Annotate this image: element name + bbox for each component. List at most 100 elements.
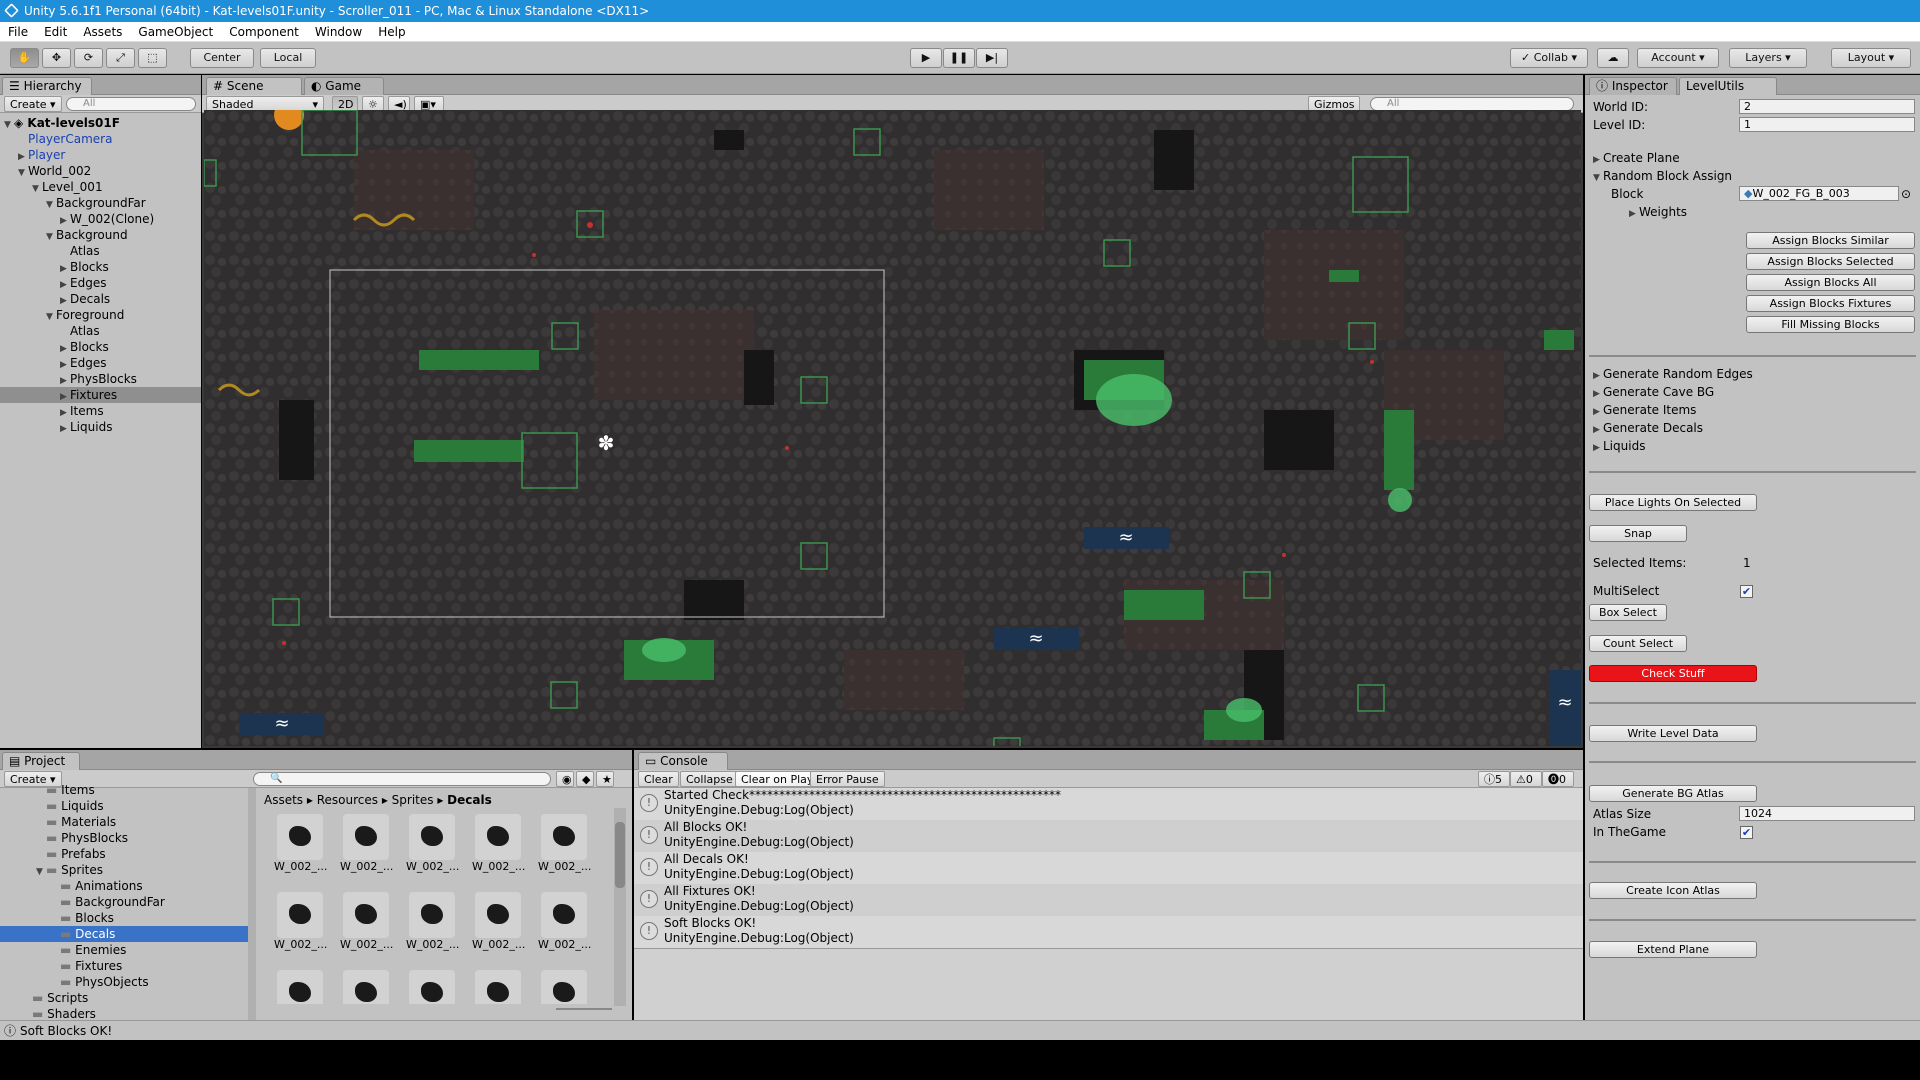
asset-thumbnail[interactable]: W_002_...: [406, 970, 458, 1004]
asset-thumbnail[interactable]: W_002_...: [472, 892, 525, 964]
hierarchy-search-input[interactable]: All: [66, 97, 196, 111]
foldout-weights[interactable]: ▶ Weights: [1593, 204, 1914, 220]
hierarchy-item[interactable]: ▶ Edges: [0, 275, 201, 291]
project-search-input[interactable]: 🔍: [253, 772, 551, 786]
multiselect-checkbox[interactable]: ✔: [1740, 585, 1753, 598]
assign-block-button[interactable]: Fill Missing Blocks: [1746, 316, 1915, 333]
asset-thumbnail[interactable]: W_002_...: [406, 814, 459, 886]
assign-block-button[interactable]: Assign Blocks Fixtures: [1746, 295, 1915, 312]
asset-thumbnail[interactable]: W_002_...: [340, 814, 393, 886]
asset-thumbnail[interactable]: W_002_...: [274, 892, 327, 964]
hierarchy-item[interactable]: ▶ Player: [0, 147, 201, 163]
hierarchy-item[interactable]: ▶ PhysBlocks: [0, 371, 201, 387]
move-tool-icon[interactable]: ✥: [42, 48, 71, 68]
world-id-field[interactable]: 2: [1739, 99, 1915, 114]
menu-edit[interactable]: Edit: [36, 22, 75, 42]
console-entry[interactable]: ! All Fixtures OK! UnityEngine.Debug:Log(O…: [634, 884, 1583, 916]
pause-icon[interactable]: ❚❚: [943, 48, 975, 68]
scale-tool-icon[interactable]: ⤢: [106, 48, 135, 68]
extend-plane-button[interactable]: Extend Plane: [1589, 941, 1757, 958]
clear-on-play-toggle[interactable]: Clear on Play: [735, 771, 820, 787]
scene-viewport[interactable]: ≈ ≈ ≈ ≈ ✽: [204, 110, 1581, 746]
asset-thumbnail[interactable]: W_002_...: [472, 970, 524, 1004]
asset-thumbnail[interactable]: W_002_...: [274, 970, 326, 1004]
asset-thumbnail[interactable]: W_002_...: [274, 814, 327, 886]
play-icon[interactable]: ▶: [910, 48, 942, 68]
tab-inspector[interactable]: ⓘ Inspector: [1589, 77, 1677, 95]
hierarchy-item[interactable]: ▶ Blocks: [0, 259, 201, 275]
project-folder[interactable]: ▬ Blocks: [0, 910, 248, 926]
hierarchy-item[interactable]: ▼ Background: [0, 227, 201, 243]
error-count-toggle[interactable]: ⓿0: [1542, 771, 1574, 787]
rect-tool-icon[interactable]: ⬚: [138, 48, 167, 68]
filter-type-icon[interactable]: ◉: [556, 771, 574, 787]
expand-arrow-icon[interactable]: ▶: [1593, 440, 1603, 456]
asset-thumbnail[interactable]: W_002_...: [538, 892, 591, 964]
project-folder[interactable]: ▬ Shaders: [0, 1006, 248, 1020]
breadcrumb-decals[interactable]: Decals: [447, 793, 492, 807]
project-folder[interactable]: ▬ Items: [0, 782, 248, 798]
tab-project[interactable]: ▤ Project: [2, 752, 80, 770]
hierarchy-item[interactable]: ▶ Liquids: [0, 419, 201, 435]
box-select-button[interactable]: Box Select: [1589, 604, 1667, 621]
asset-grid-scrollbar[interactable]: [614, 808, 626, 1006]
warning-count-toggle[interactable]: ⚠0: [1510, 771, 1542, 787]
level-map[interactable]: ≈ ≈ ≈ ≈ ✽: [204, 110, 1581, 746]
project-folder[interactable]: ▬ Animations: [0, 878, 248, 894]
hierarchy-item[interactable]: ▶ Edges: [0, 355, 201, 371]
expand-arrow-icon[interactable]: ▶: [1593, 422, 1603, 438]
breadcrumb-assets[interactable]: Assets: [264, 793, 303, 807]
console-clear-button[interactable]: Clear: [638, 771, 679, 787]
place-lights-button[interactable]: Place Lights On Selected: [1589, 494, 1757, 511]
menu-gameobject[interactable]: GameObject: [130, 22, 221, 42]
generate-bg-atlas-button[interactable]: Generate BG Atlas: [1589, 785, 1757, 802]
collab-dropdown[interactable]: ✓ Collab ▾: [1510, 48, 1588, 68]
console-entry[interactable]: ! Started Check**************************…: [634, 788, 1583, 820]
hierarchy-create-button[interactable]: Create ▾: [4, 96, 62, 112]
foldout-generator[interactable]: ▶ Liquids: [1593, 438, 1914, 454]
hierarchy-item[interactable]: ▼ BackgroundFar: [0, 195, 201, 211]
project-folder[interactable]: ▬ Prefabs: [0, 846, 248, 862]
expand-arrow-icon[interactable]: ▶: [1593, 386, 1603, 402]
layout-dropdown[interactable]: Layout ▾: [1831, 48, 1911, 68]
asset-thumbnail[interactable]: W_002_...: [340, 970, 392, 1004]
layers-dropdown[interactable]: Layers ▾: [1729, 48, 1807, 68]
asset-thumbnail[interactable]: W_002_...: [472, 814, 525, 886]
asset-thumbnail[interactable]: W_002_...: [538, 970, 590, 1004]
console-collapse-button[interactable]: Collapse: [680, 771, 739, 787]
project-folder[interactable]: ▬ BackgroundFar: [0, 894, 248, 910]
assign-block-button[interactable]: Assign Blocks Similar: [1746, 232, 1915, 249]
foldout-generator[interactable]: ▶ Generate Random Edges: [1593, 366, 1914, 382]
console-entry[interactable]: ! All Blocks OK! UnityEngine.Debug:Log(Obj…: [634, 820, 1583, 852]
scene-search-input[interactable]: All: [1370, 97, 1574, 111]
foldout-generator[interactable]: ▶ Generate Cave BG: [1593, 384, 1914, 400]
hierarchy-item[interactable]: ▼ Level_001: [0, 179, 201, 195]
log-count-toggle[interactable]: ⓘ5: [1478, 771, 1510, 787]
hierarchy-item[interactable]: Atlas: [0, 243, 201, 259]
check-stuff-button[interactable]: Check Stuff: [1589, 665, 1757, 682]
foldout-generator[interactable]: ▶ Generate Decals: [1593, 420, 1914, 436]
menu-help[interactable]: Help: [370, 22, 413, 42]
level-id-field[interactable]: 1: [1739, 117, 1915, 132]
asset-thumbnail[interactable]: W_002_...: [340, 892, 393, 964]
breadcrumb-resources[interactable]: Resources: [317, 793, 378, 807]
hierarchy-item[interactable]: ▶ Blocks: [0, 339, 201, 355]
project-folder[interactable]: ▬ Liquids: [0, 798, 248, 814]
expand-arrow-icon[interactable]: ▶: [1593, 368, 1603, 384]
hierarchy-item[interactable]: PlayerCamera: [0, 131, 201, 147]
hierarchy-item[interactable]: ▶ Decals: [0, 291, 201, 307]
hierarchy-item[interactable]: Atlas: [0, 323, 201, 339]
atlas-size-field[interactable]: 1024: [1739, 806, 1915, 821]
hierarchy-item[interactable]: ▼ Foreground: [0, 307, 201, 323]
asset-thumbnail[interactable]: W_002_...: [406, 892, 459, 964]
step-icon[interactable]: ▶|: [976, 48, 1008, 68]
foldout-generator[interactable]: ▶ Generate Items: [1593, 402, 1914, 418]
menu-file[interactable]: File: [0, 22, 36, 42]
project-folder[interactable]: ▬ Scripts: [0, 990, 248, 1006]
create-icon-atlas-button[interactable]: Create Icon Atlas: [1589, 882, 1757, 899]
menu-assets[interactable]: Assets: [75, 22, 130, 42]
hierarchy-item[interactable]: ▶ Fixtures: [0, 387, 201, 403]
rotate-tool-icon[interactable]: ⟳: [74, 48, 103, 68]
foldout-create-plane[interactable]: ▶ Create Plane: [1593, 150, 1914, 166]
error-pause-toggle[interactable]: Error Pause: [810, 771, 885, 787]
